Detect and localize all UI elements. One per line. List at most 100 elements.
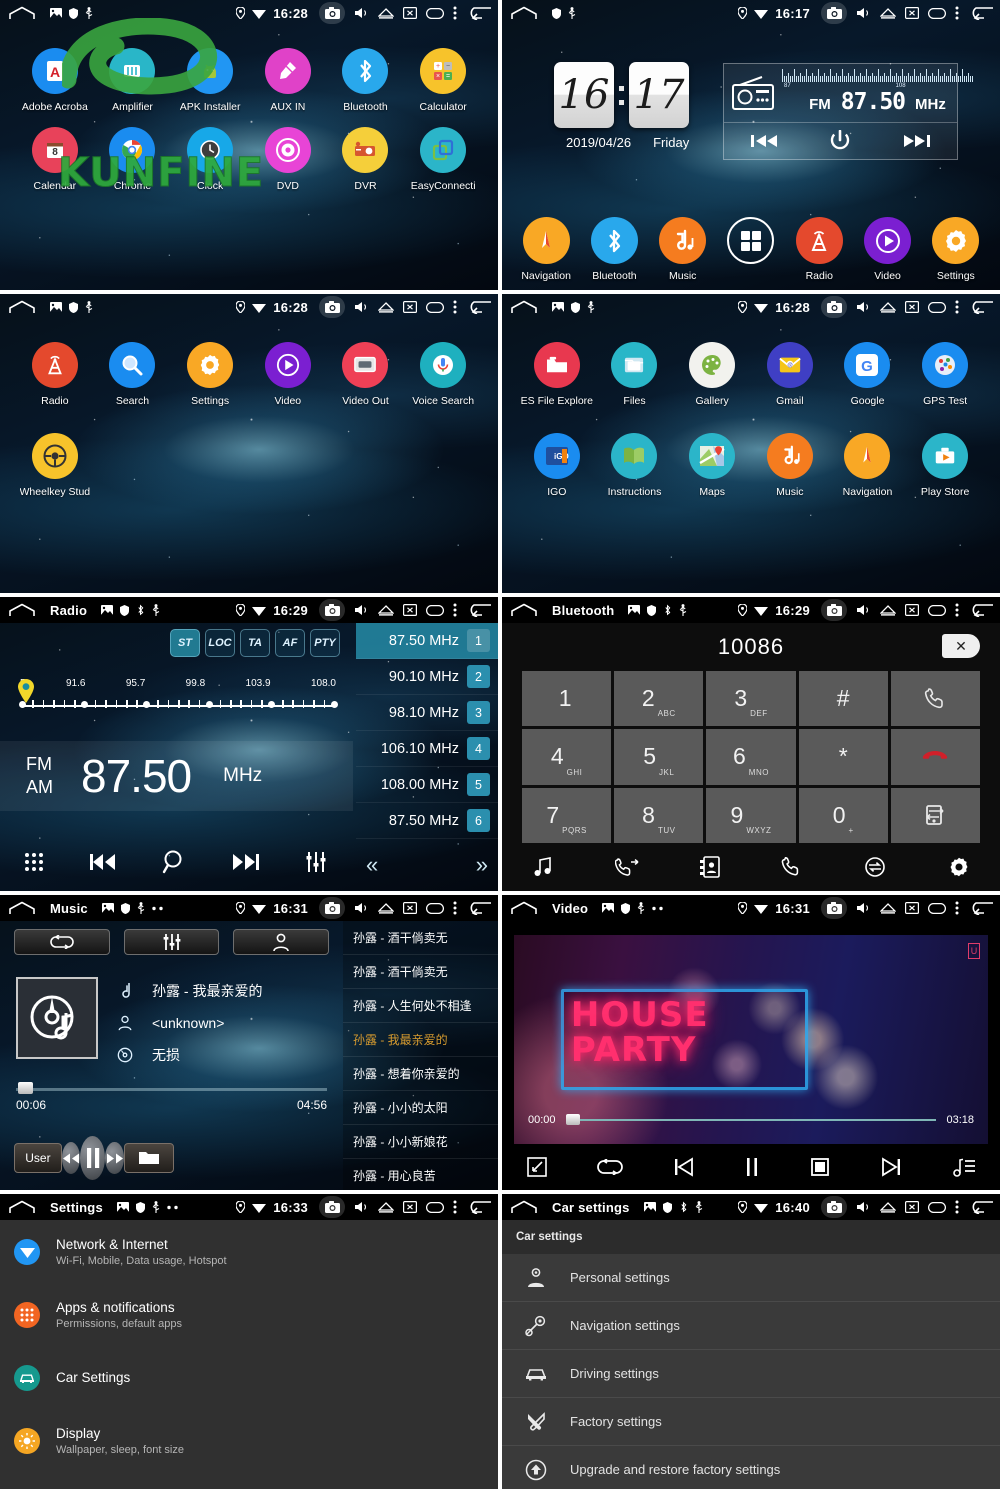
dial-key-5[interactable]: 5 JKL [614, 729, 704, 785]
pause-icon[interactable] [744, 1157, 760, 1177]
overflow-icon[interactable] [955, 1200, 959, 1214]
app-easyconnection[interactable]: EasyConnecti [404, 127, 482, 192]
radio-preset-4[interactable]: 106.10 MHz 4 [356, 731, 498, 767]
eject-icon[interactable] [378, 604, 394, 616]
dock-radio[interactable]: Radio [785, 217, 853, 282]
dock-bluetooth[interactable]: Bluetooth [580, 217, 648, 282]
bt-settings-icon[interactable] [948, 856, 970, 878]
app-settings[interactable]: Settings [171, 342, 249, 407]
radio-band-selector[interactable]: FM AM [26, 754, 53, 798]
volume-icon[interactable] [355, 7, 369, 19]
dock-settings[interactable]: Settings [922, 217, 990, 282]
app-music[interactable]: Music [751, 433, 829, 498]
overflow-icon[interactable] [453, 901, 457, 915]
car-settings-row-factory[interactable]: Factory settings [502, 1398, 1000, 1446]
app-calendar[interactable]: 8 Calendar [16, 127, 94, 192]
app-amplifier[interactable]: Amplifier [94, 48, 172, 113]
home-icon[interactable] [510, 1200, 538, 1214]
eject-icon[interactable] [880, 604, 896, 616]
close-box-icon[interactable] [403, 7, 417, 19]
recents-icon[interactable] [426, 902, 444, 914]
app-video[interactable]: Video [249, 342, 327, 407]
recents-icon[interactable] [426, 301, 444, 313]
app-radio[interactable]: Radio [16, 342, 94, 407]
call-answer-button[interactable] [890, 671, 980, 727]
eject-icon[interactable] [880, 301, 896, 313]
app-google[interactable]: G Google [829, 342, 907, 407]
settings-row-sound[interactable]: Sound Volume, vibration, Do Not Disturb [0, 1472, 498, 1490]
radio-toggle-af[interactable]: AF [275, 629, 305, 657]
dial-key-3[interactable]: 3 DEF [706, 671, 796, 727]
dial-key-2[interactable]: 2 ABC [614, 671, 704, 727]
app-play-store[interactable]: Play Store [906, 433, 984, 498]
app-gps-test[interactable]: GPS Test [906, 342, 984, 407]
volume-icon[interactable] [355, 902, 369, 914]
overflow-icon[interactable] [955, 6, 959, 20]
pause-button[interactable] [80, 1136, 106, 1180]
stop-icon[interactable] [810, 1157, 830, 1177]
close-box-icon[interactable] [905, 902, 919, 914]
preset-next-page-button[interactable]: » [476, 852, 488, 878]
app-clock[interactable]: Clock [171, 127, 249, 192]
home-icon[interactable] [510, 6, 538, 20]
car-settings-row-personal[interactable]: Personal settings [502, 1254, 1000, 1302]
radio-scale-line[interactable] [18, 679, 338, 717]
app-igo[interactable]: iGO IGO [518, 433, 596, 498]
radio-toggle-pty[interactable]: PTY [310, 629, 340, 657]
sync-contacts-icon[interactable] [863, 856, 887, 878]
app-video-out[interactable]: Video Out [327, 342, 405, 407]
close-box-icon[interactable] [403, 902, 417, 914]
car-settings-row-navigation[interactable]: Navigation settings [502, 1302, 1000, 1350]
dial-key-1[interactable]: 1 [522, 671, 612, 727]
volume-icon[interactable] [857, 301, 871, 313]
artist-button[interactable] [233, 929, 330, 955]
recents-icon[interactable] [928, 902, 946, 914]
volume-icon[interactable] [355, 301, 369, 313]
browse-folder-button[interactable] [123, 1143, 174, 1173]
contacts-icon[interactable] [699, 856, 720, 878]
dial-key-star[interactable]: * [798, 729, 888, 785]
dialer-icon[interactable] [780, 856, 802, 878]
music-playlist[interactable]: 孙露 - 酒干倘卖无 孙露 - 酒干倘卖无 孙露 - 人生何处不相逢 孙露 - … [343, 921, 498, 1190]
recents-icon[interactable] [426, 1201, 444, 1213]
next-track-icon[interactable] [231, 852, 261, 872]
home-icon[interactable] [8, 300, 36, 314]
close-box-icon[interactable] [905, 7, 919, 19]
dial-key-0[interactable]: 0 + [798, 787, 888, 843]
eject-icon[interactable] [880, 7, 896, 19]
eject-icon[interactable] [378, 1201, 394, 1213]
flip-clock-widget[interactable]: 16 17 2019/04/26 Friday [554, 62, 689, 150]
prev-icon[interactable] [750, 134, 777, 148]
radio-preset-3[interactable]: 98.10 MHz 3 [356, 695, 498, 731]
app-adobe-acrobat[interactable]: A Adobe Acroba [16, 48, 94, 113]
close-box-icon[interactable] [403, 301, 417, 313]
app-navigation[interactable]: Navigation [829, 433, 907, 498]
recents-icon[interactable] [928, 7, 946, 19]
video-progress-thumb[interactable] [565, 1114, 580, 1125]
back-icon[interactable] [466, 6, 492, 20]
music-progress-thumb[interactable] [18, 1082, 33, 1094]
camera-icon[interactable] [319, 2, 345, 24]
home-icon[interactable] [510, 300, 538, 314]
dock-video[interactable]: Video [853, 217, 921, 282]
call-end-button[interactable] [890, 729, 980, 785]
car-settings-row-upgrade[interactable]: Upgrade and restore factory settings [502, 1446, 1000, 1489]
overflow-icon[interactable] [453, 1200, 457, 1214]
home-icon[interactable] [8, 1200, 36, 1214]
power-icon[interactable] [830, 130, 850, 152]
back-icon[interactable] [968, 300, 994, 314]
next-icon[interactable] [904, 134, 931, 148]
radio-preset-1[interactable]: 87.50 MHz 1 [356, 623, 498, 659]
dial-key-9[interactable]: 9 WXYZ [706, 787, 796, 843]
prev-icon[interactable] [674, 1157, 694, 1177]
prev-track-icon[interactable] [89, 852, 119, 872]
close-box-icon[interactable] [403, 1201, 417, 1213]
dock-navigation[interactable]: Navigation [512, 217, 580, 282]
radio-toggle-ta[interactable]: TA [240, 629, 270, 657]
home-icon[interactable] [8, 901, 36, 915]
overflow-icon[interactable] [453, 603, 457, 617]
settings-row-car[interactable]: Car Settings [0, 1346, 498, 1409]
backspace-icon[interactable]: ✕ [942, 634, 980, 658]
overflow-icon[interactable] [955, 300, 959, 314]
app-gallery[interactable]: Gallery [673, 342, 751, 407]
